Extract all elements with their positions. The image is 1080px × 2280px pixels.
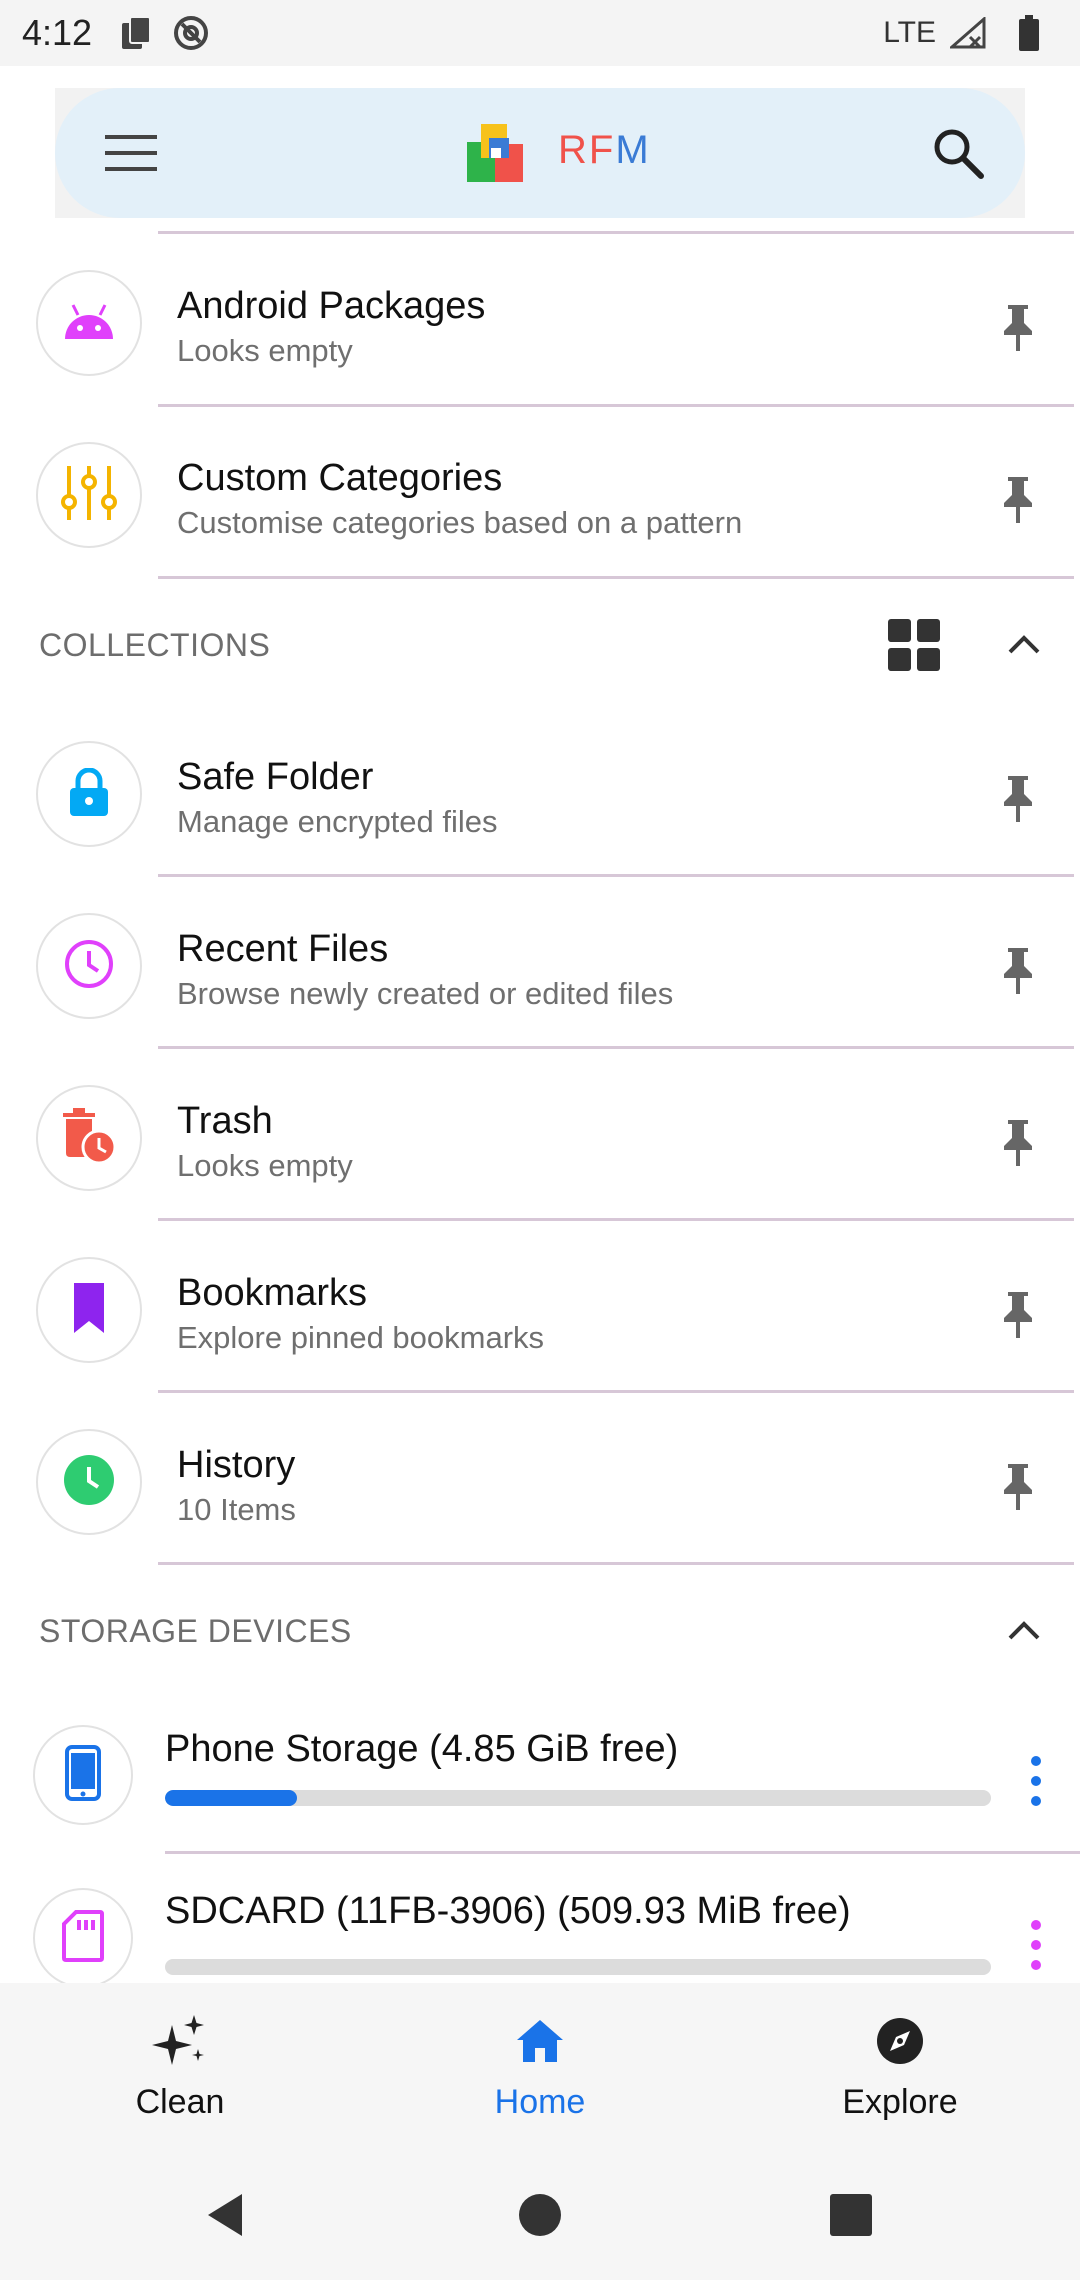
- pin-icon[interactable]: [996, 774, 1040, 824]
- item-icon-container: [36, 1085, 142, 1191]
- item-title: History: [177, 1444, 296, 1486]
- bookmark-icon: [72, 1281, 106, 1340]
- divider: [158, 874, 1074, 877]
- network-type-label: LTE: [883, 16, 936, 49]
- list-item-safe-folder[interactable]: Safe Folder Manage encrypted files: [0, 708, 1080, 880]
- item-icon-container: [36, 270, 142, 376]
- divider: [158, 404, 1074, 407]
- lock-icon: [66, 767, 112, 821]
- pin-icon[interactable]: [996, 1462, 1040, 1512]
- app-brand-name: RFM: [558, 128, 651, 172]
- divider: [158, 576, 1074, 579]
- storage-title: Phone Storage (4.85 GiB free): [165, 1728, 679, 1770]
- item-title: Custom Categories: [177, 457, 503, 499]
- divider: [158, 1390, 1074, 1393]
- item-icon-container: [36, 913, 142, 1019]
- item-icon-container: [33, 1888, 133, 1983]
- list-item-custom-categories[interactable]: Custom Categories Customise categories b…: [0, 409, 1080, 581]
- trash-icon: [61, 1107, 117, 1170]
- nav-item-clean[interactable]: Clean: [0, 1983, 360, 2148]
- nav-item-home[interactable]: Home: [360, 1983, 720, 2148]
- nav-item-explore[interactable]: Explore: [720, 1983, 1080, 2148]
- divider: [165, 1851, 1080, 1854]
- item-icon-container: [36, 1429, 142, 1535]
- storage-item-phone[interactable]: Phone Storage (4.85 GiB free): [0, 1694, 1080, 1854]
- item-subtitle: Customise categories based on a pattern: [177, 505, 743, 540]
- more-options-icon[interactable]: [1025, 1756, 1047, 1806]
- item-title: Android Packages: [177, 285, 486, 327]
- back-icon[interactable]: [200, 2190, 250, 2240]
- sd-card-icon: [62, 1909, 104, 1967]
- item-icon-container: [36, 1257, 142, 1363]
- item-subtitle: Looks empty: [177, 1148, 353, 1183]
- item-icon-container: [33, 1725, 133, 1825]
- system-navigation-bar: [0, 2148, 1080, 2280]
- history-icon: [62, 1453, 116, 1512]
- storage-devices-header: STORAGE DEVICES: [39, 1613, 352, 1649]
- android-icon: [61, 301, 117, 346]
- item-subtitle: Explore pinned bookmarks: [177, 1320, 545, 1355]
- list-item-recent-files[interactable]: Recent Files Browse newly created or edi…: [0, 880, 1080, 1052]
- item-subtitle: Browse newly created or edited files: [177, 976, 674, 1011]
- storage-item-sdcard[interactable]: SDCARD (11FB-3906) (509.93 MiB free): [0, 1858, 1080, 1983]
- at-sign-notification-icon: [172, 14, 210, 52]
- item-subtitle: Manage encrypted files: [177, 804, 498, 839]
- item-icon-container: [36, 442, 142, 548]
- storage-usage-fill: [165, 1790, 298, 1806]
- tune-sliders-icon: [59, 464, 119, 527]
- battery-icon: [1018, 15, 1040, 51]
- search-icon[interactable]: [929, 124, 987, 182]
- clock-icon: [62, 937, 116, 996]
- list-item-trash[interactable]: Trash Looks empty: [0, 1052, 1080, 1224]
- grid-view-icon[interactable]: [888, 619, 940, 671]
- item-title: Bookmarks: [177, 1272, 368, 1314]
- list-item-bookmarks[interactable]: Bookmarks Explore pinned bookmarks: [0, 1224, 1080, 1396]
- collections-header: COLLECTIONS: [39, 627, 271, 663]
- divider: [158, 1046, 1074, 1049]
- app-bar: RFM: [55, 88, 1025, 218]
- menu-icon[interactable]: [103, 127, 159, 179]
- app-logo-icon: [465, 122, 527, 184]
- storage-title: SDCARD (11FB-3906) (509.93 MiB free): [165, 1890, 851, 1932]
- item-subtitle: Looks empty: [177, 333, 353, 368]
- home-icon: [510, 2011, 570, 2071]
- list-item-history[interactable]: History 10 Items: [0, 1396, 1080, 1568]
- compass-icon: [870, 2011, 930, 2071]
- item-title: Safe Folder: [177, 756, 374, 798]
- pin-icon[interactable]: [996, 946, 1040, 996]
- file-copy-notification-icon: [120, 15, 154, 51]
- pin-icon[interactable]: [996, 475, 1040, 525]
- nav-label: Home: [494, 2083, 586, 2121]
- pin-icon[interactable]: [996, 1290, 1040, 1340]
- pin-icon[interactable]: [996, 303, 1040, 353]
- list-item-android-packages[interactable]: Android Packages Looks empty: [0, 237, 1080, 409]
- divider: [158, 1218, 1074, 1221]
- status-bar: 4:12 LTE: [0, 0, 1080, 66]
- home-circle-icon[interactable]: [515, 2190, 565, 2240]
- divider: [158, 231, 1074, 234]
- item-title: Trash: [177, 1100, 273, 1142]
- pin-icon[interactable]: [996, 1118, 1040, 1168]
- item-subtitle: 10 Items: [177, 1492, 296, 1527]
- more-options-icon[interactable]: [1025, 1920, 1047, 1970]
- collapse-chevron-icon[interactable]: [1004, 624, 1044, 664]
- item-icon-container: [36, 741, 142, 847]
- sparkle-icon: [150, 2011, 210, 2071]
- status-time: 4:12: [22, 12, 93, 53]
- signal-icon: [950, 17, 986, 49]
- phone-icon: [65, 1744, 101, 1806]
- storage-usage-bar: [165, 1790, 991, 1806]
- collapse-chevron-icon[interactable]: [1004, 1610, 1044, 1650]
- divider: [158, 1562, 1074, 1565]
- nav-label: Explore: [842, 2083, 958, 2121]
- bottom-navigation: Clean Home Explore: [0, 1983, 1080, 2148]
- storage-usage-bar: [165, 1959, 991, 1975]
- nav-label: Clean: [135, 2083, 225, 2121]
- item-title: Recent Files: [177, 928, 389, 970]
- recents-square-icon[interactable]: [826, 2190, 876, 2240]
